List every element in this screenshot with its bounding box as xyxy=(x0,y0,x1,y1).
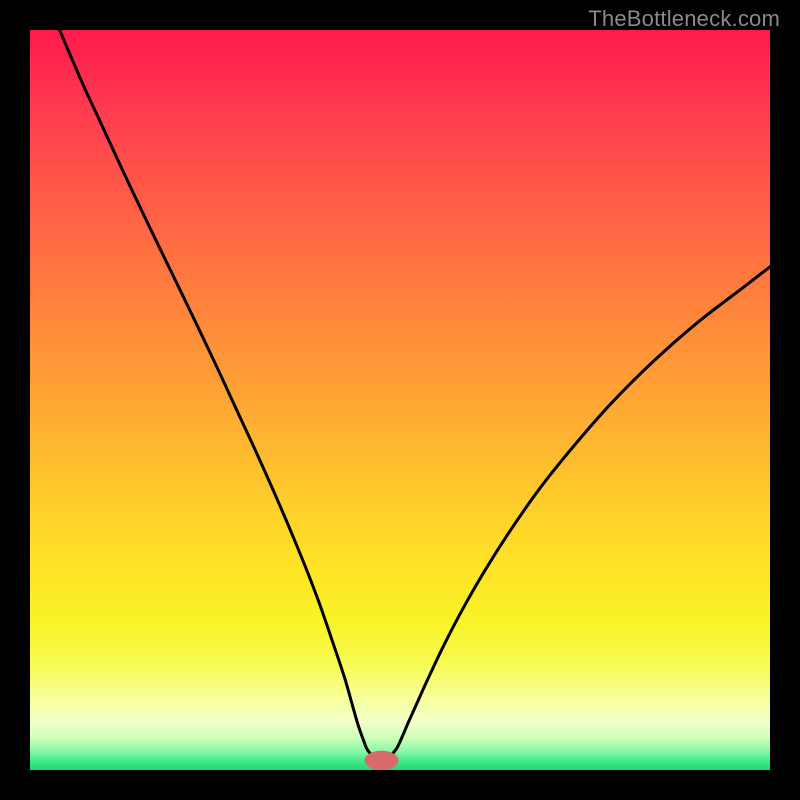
watermark-text: TheBottleneck.com xyxy=(588,6,780,32)
chart-background xyxy=(30,30,770,770)
chart-plot-area xyxy=(30,30,770,770)
chart-frame: TheBottleneck.com xyxy=(0,0,800,800)
minimum-marker xyxy=(364,751,398,770)
chart-svg xyxy=(30,30,770,770)
